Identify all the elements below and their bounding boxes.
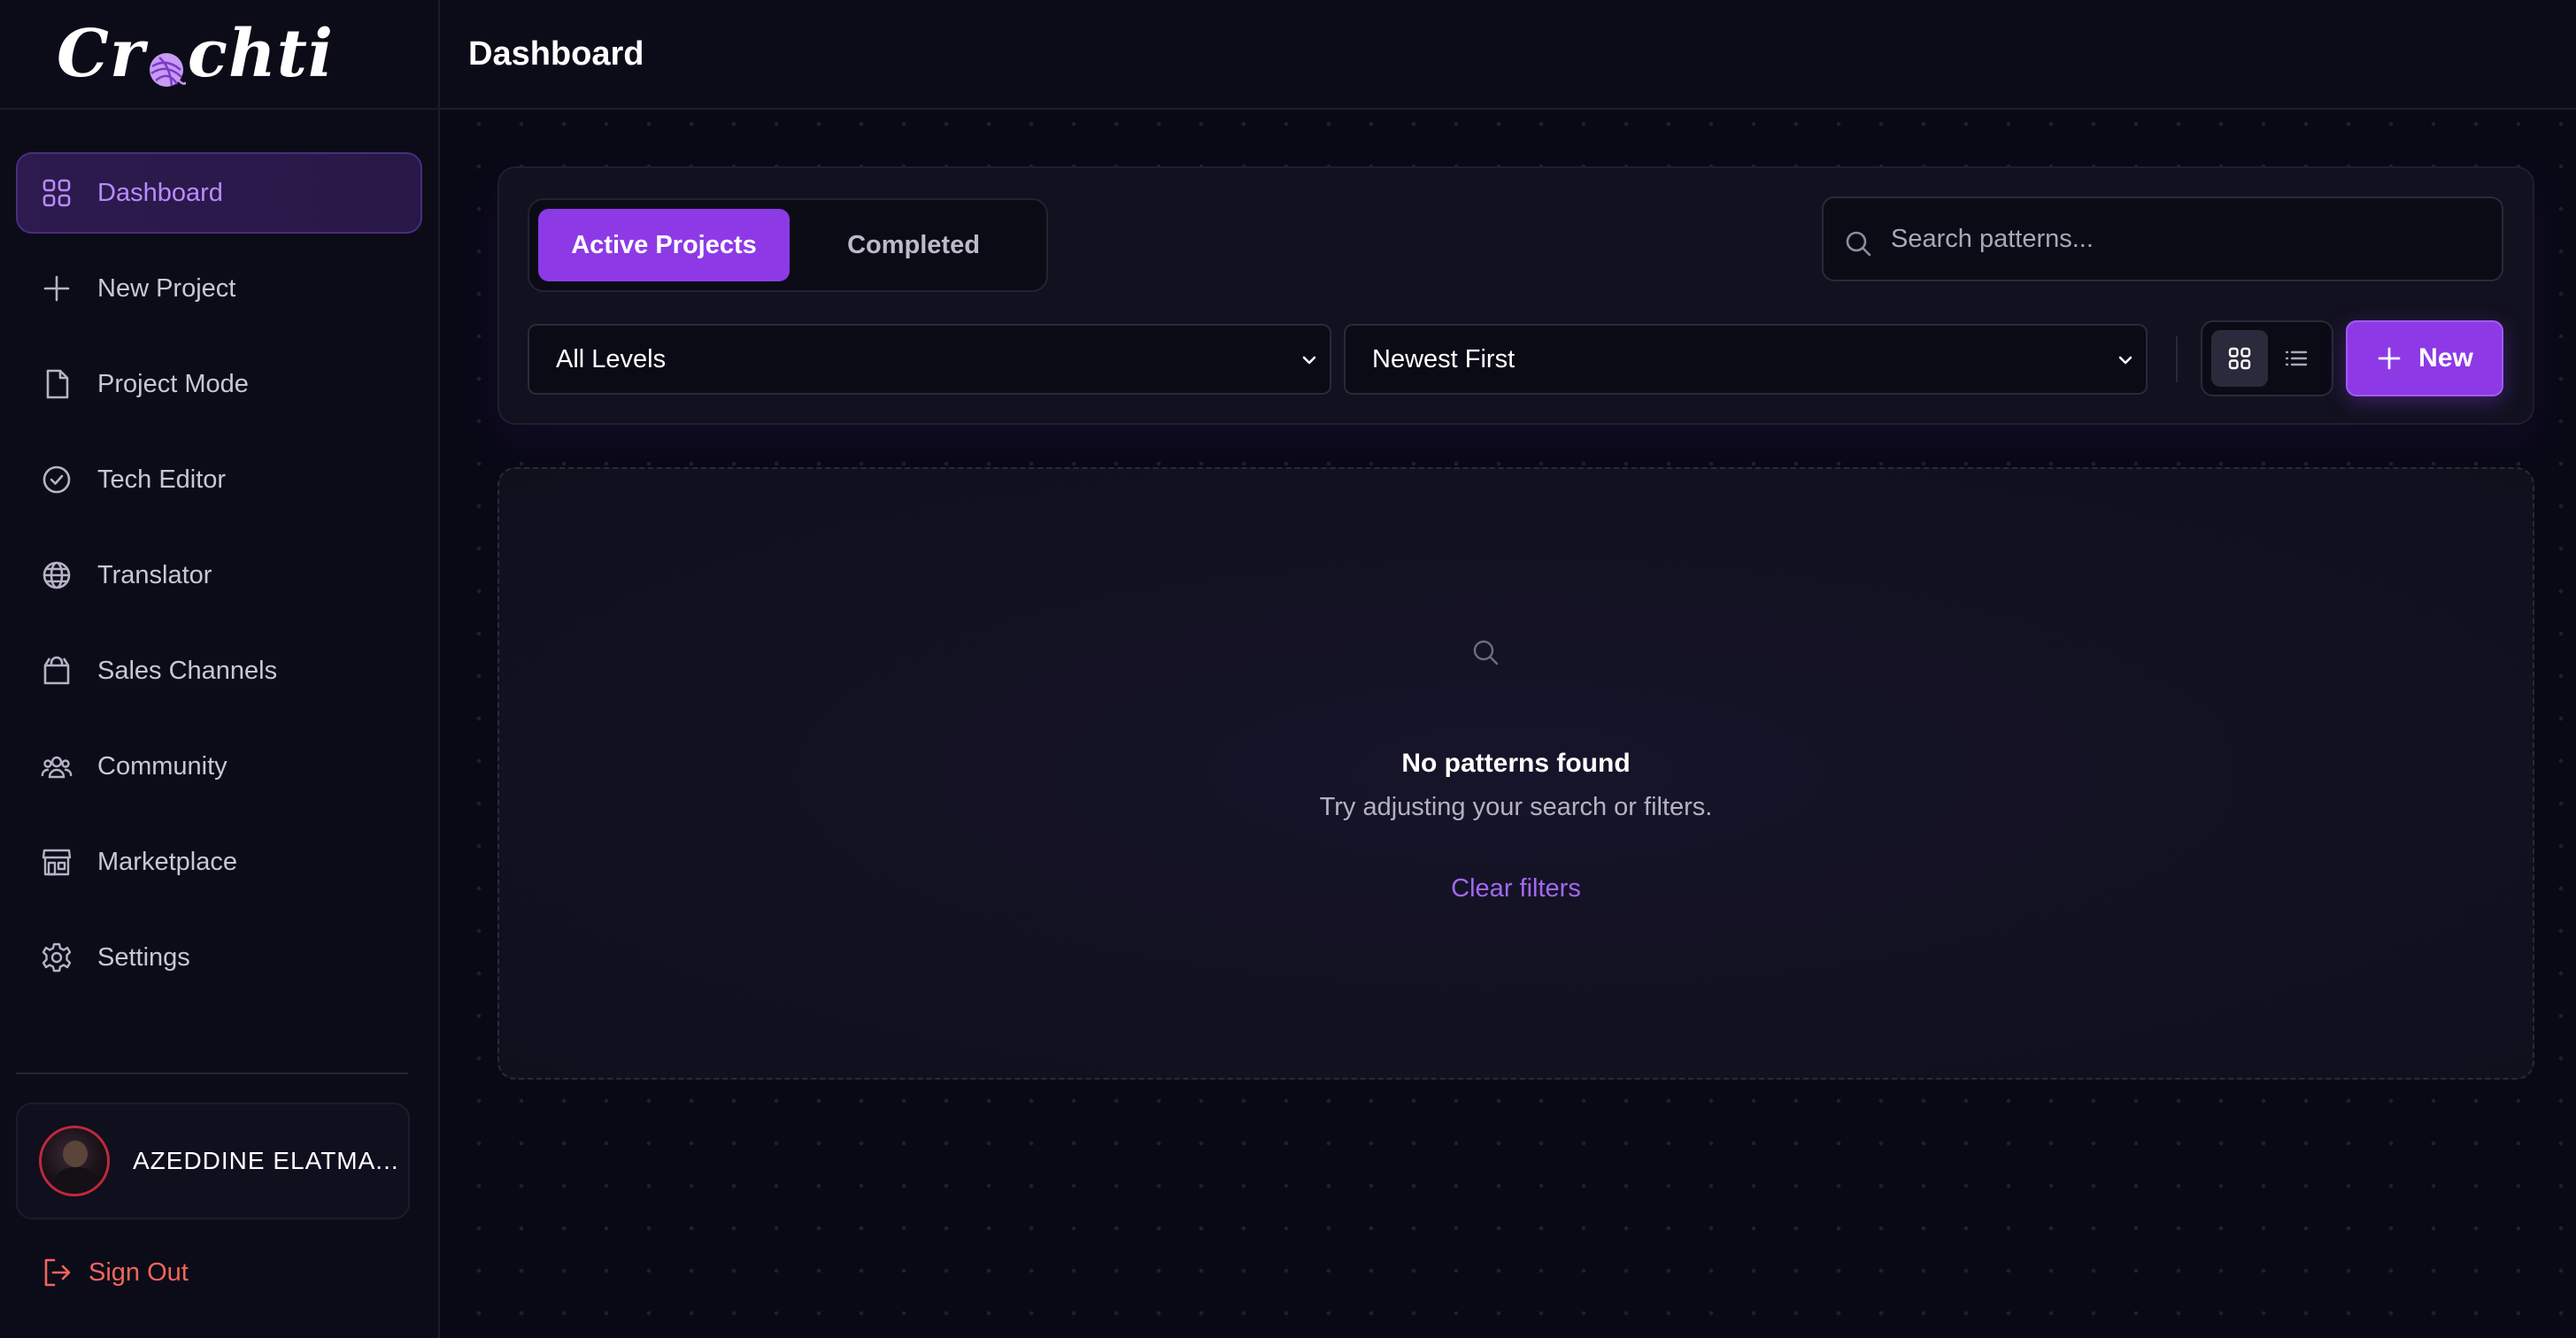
search-icon bbox=[1843, 228, 1873, 258]
sidebar-item-sales-channels[interactable]: Sales Channels bbox=[16, 630, 422, 711]
yarn-ball-icon bbox=[147, 35, 188, 87]
file-icon bbox=[41, 368, 73, 400]
sidebar-divider bbox=[16, 1073, 408, 1074]
level-filter-select[interactable]: All Levels bbox=[528, 324, 1331, 395]
check-circle-icon bbox=[41, 464, 73, 496]
globe-icon bbox=[41, 559, 73, 591]
list-view-button[interactable] bbox=[2268, 330, 2325, 387]
shopping-bag-icon bbox=[41, 655, 73, 687]
sort-select[interactable]: Newest First bbox=[1344, 324, 2148, 395]
empty-state-title: No patterns found bbox=[1401, 749, 1631, 778]
main-content: Dashboard Active Projects Completed All … bbox=[440, 0, 2576, 1338]
sidebar-item-label: Dashboard bbox=[97, 178, 223, 207]
user-card[interactable]: AZEDDINE ELATMA... bbox=[16, 1103, 410, 1219]
view-mode-toggle bbox=[2201, 320, 2333, 396]
sidebar-item-project-mode[interactable]: Project Mode bbox=[16, 343, 422, 425]
sidebar-item-label: Settings bbox=[97, 942, 190, 972]
sign-out-button[interactable]: Sign Out bbox=[41, 1257, 189, 1288]
sidebar-item-label: Sales Channels bbox=[97, 656, 278, 685]
users-icon bbox=[41, 750, 73, 782]
grid-view-button[interactable] bbox=[2211, 330, 2268, 387]
sidebar: Cr chti Dashboard New Project Project Mo… bbox=[0, 0, 440, 1338]
grid-icon bbox=[41, 177, 73, 209]
clear-filters-link[interactable]: Clear filters bbox=[1451, 874, 1581, 903]
sidebar-item-settings[interactable]: Settings bbox=[16, 917, 422, 998]
user-name: AZEDDINE ELATMA... bbox=[133, 1147, 399, 1174]
store-icon bbox=[41, 846, 73, 878]
chevron-down-icon bbox=[1298, 349, 1321, 372]
sidebar-item-translator[interactable]: Translator bbox=[16, 534, 422, 616]
sidebar-item-new-project[interactable]: New Project bbox=[16, 248, 422, 329]
sidebar-item-label: Marketplace bbox=[97, 847, 237, 876]
logo-text-right: chti bbox=[187, 16, 335, 92]
new-project-button[interactable]: New bbox=[2346, 320, 2503, 396]
tab-active-projects[interactable]: Active Projects bbox=[538, 209, 790, 281]
chevron-down-icon bbox=[2114, 349, 2137, 372]
tab-completed[interactable]: Completed bbox=[790, 209, 1037, 281]
filter-panel: Active Projects Completed All Levels New… bbox=[497, 166, 2534, 425]
sidebar-nav: Dashboard New Project Project Mode Tech … bbox=[0, 110, 438, 998]
sidebar-item-label: New Project bbox=[97, 273, 236, 303]
sidebar-item-label: Project Mode bbox=[97, 369, 249, 398]
toolbar-divider bbox=[2176, 336, 2178, 382]
sidebar-item-label: Tech Editor bbox=[97, 465, 227, 494]
list-view-icon bbox=[2283, 345, 2310, 372]
grid-view-icon bbox=[2226, 345, 2253, 372]
sidebar-item-marketplace[interactable]: Marketplace bbox=[16, 821, 422, 903]
logo[interactable]: Cr chti bbox=[57, 21, 334, 87]
sidebar-item-tech-editor[interactable]: Tech Editor bbox=[16, 439, 422, 520]
search-icon bbox=[1470, 637, 1500, 667]
new-button-label: New bbox=[2418, 343, 2473, 373]
empty-state: No patterns found Try adjusting your sea… bbox=[497, 467, 2534, 1080]
sidebar-item-label: Community bbox=[97, 751, 228, 780]
sidebar-item-community[interactable]: Community bbox=[16, 726, 422, 807]
level-filter-value: All Levels bbox=[556, 344, 667, 373]
sidebar-header: Cr chti bbox=[0, 0, 438, 110]
search-box bbox=[1822, 196, 2503, 281]
sidebar-item-label: Translator bbox=[97, 560, 212, 589]
project-tabs: Active Projects Completed bbox=[528, 198, 1048, 292]
empty-state-subtitle: Try adjusting your search or filters. bbox=[1319, 793, 1713, 821]
logo-text-left: Cr bbox=[57, 16, 145, 92]
search-input[interactable] bbox=[1891, 224, 2457, 254]
plus-icon bbox=[2376, 345, 2402, 372]
page-title: Dashboard bbox=[468, 35, 644, 73]
clear-filters-wrap: Clear filters bbox=[499, 874, 2533, 904]
gear-icon bbox=[41, 942, 73, 973]
top-bar: Dashboard bbox=[440, 0, 2576, 110]
log-out-icon bbox=[41, 1257, 73, 1288]
app-root: Cr chti Dashboard New Project Project Mo… bbox=[0, 0, 2576, 1338]
sort-value: Newest First bbox=[1372, 344, 1516, 373]
sign-out-label: Sign Out bbox=[89, 1257, 189, 1287]
plus-icon bbox=[41, 273, 73, 304]
avatar bbox=[39, 1126, 110, 1196]
sidebar-item-dashboard[interactable]: Dashboard bbox=[16, 152, 422, 234]
